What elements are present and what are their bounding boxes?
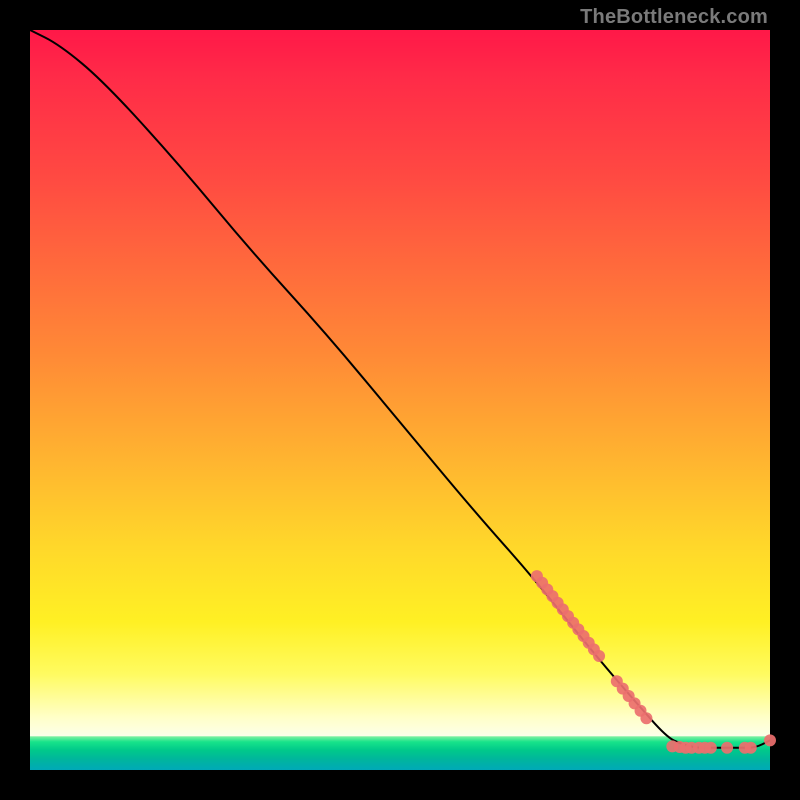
marker-bottom-row (705, 742, 717, 754)
marker-dense-cluster (593, 650, 605, 662)
outer-frame: TheBottleneck.com (0, 0, 800, 800)
attribution-text: TheBottleneck.com (580, 6, 768, 29)
main-curve (30, 30, 770, 748)
marker-layer (531, 570, 776, 754)
marker-bottom-row (721, 742, 733, 754)
plot-area (30, 30, 770, 770)
marker-bottom-row (764, 734, 776, 746)
chart-svg (30, 30, 770, 770)
marker-mid-cluster (640, 712, 652, 724)
marker-bottom-row (745, 742, 757, 754)
